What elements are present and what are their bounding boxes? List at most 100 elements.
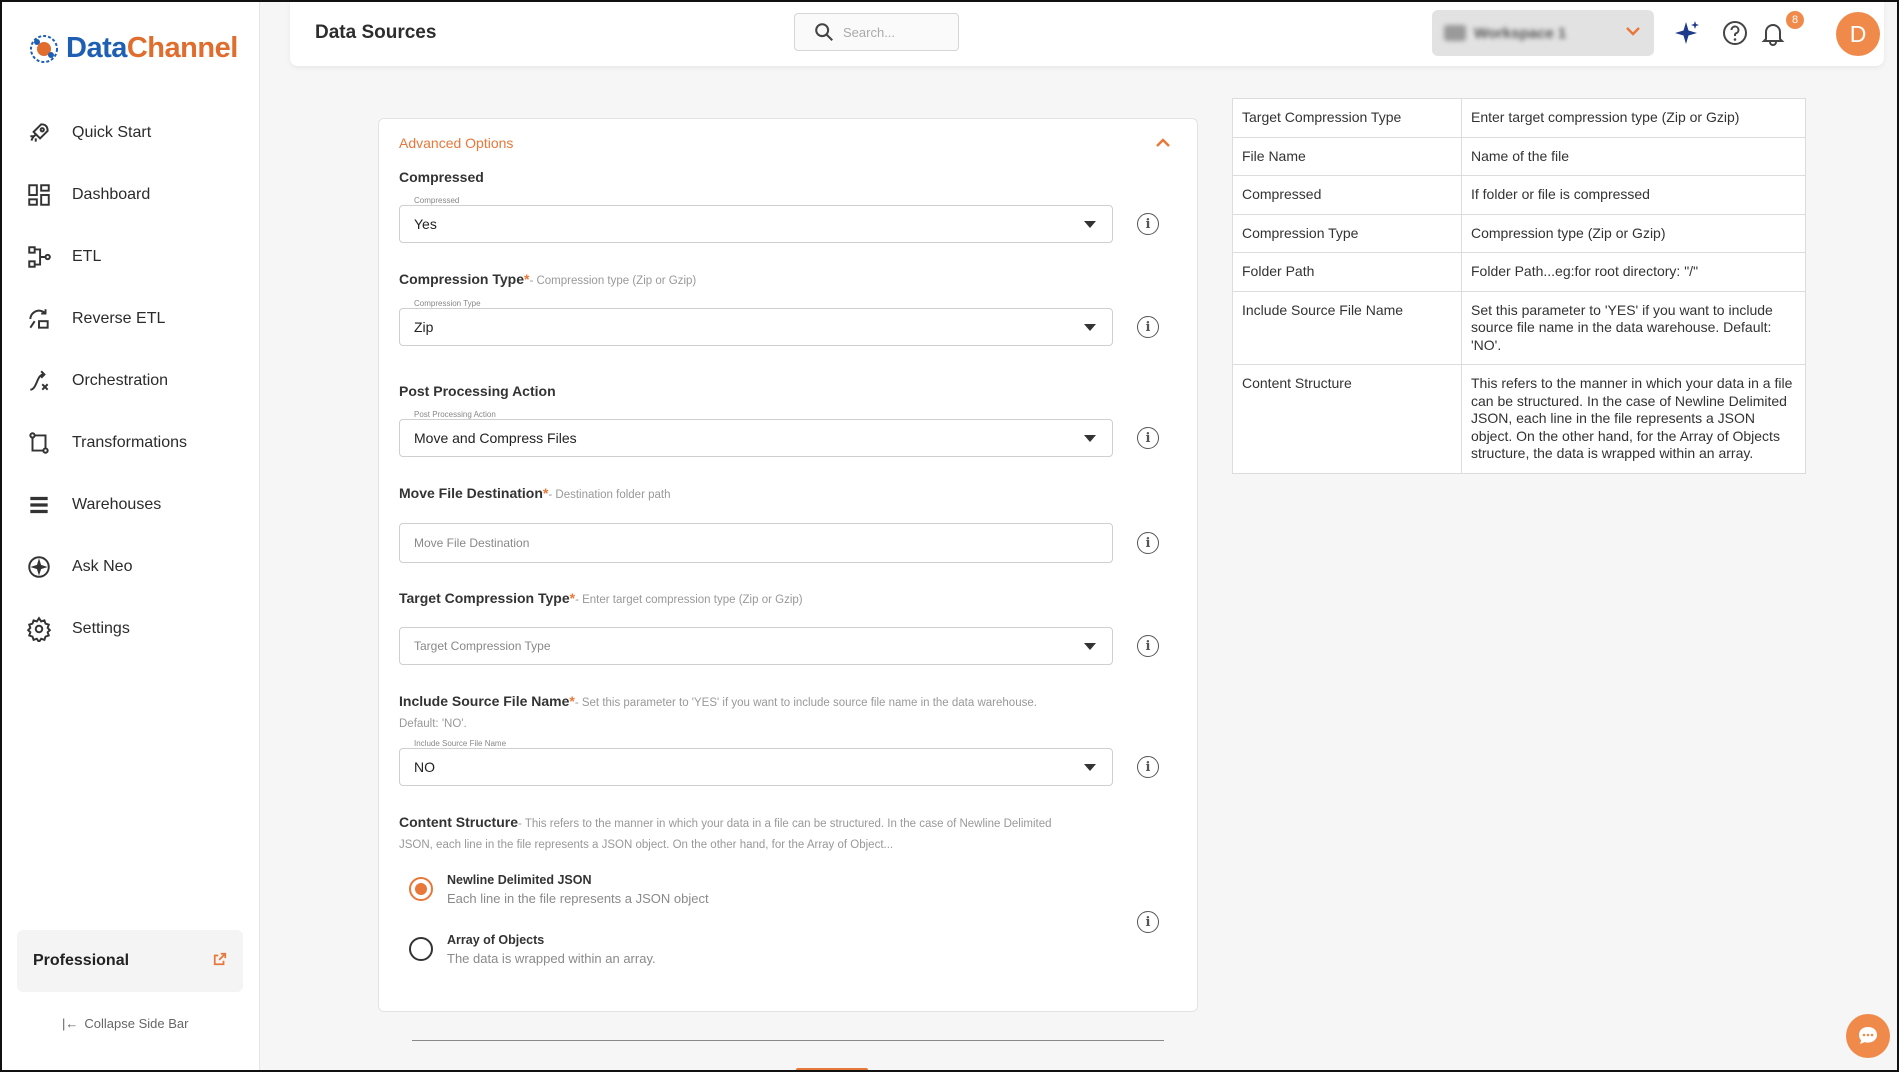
table-row: Target Compression Type Enter target com… bbox=[1232, 98, 1806, 138]
param-desc: Compression type (Zip or Gzip) bbox=[1461, 213, 1806, 253]
logo[interactable]: DataChannel bbox=[28, 32, 238, 65]
avatar[interactable]: D bbox=[1836, 12, 1880, 56]
compression-type-floating-label: Compression Type bbox=[410, 299, 485, 308]
sidebar-item-label: Transformations bbox=[72, 434, 187, 451]
radio-description: The data is wrapped within an array. bbox=[447, 951, 656, 966]
move-destination-field[interactable] bbox=[399, 523, 1113, 563]
table-row: Compression Type Compression type (Zip o… bbox=[1232, 213, 1806, 253]
content-structure-label: Content Structure- This refers to the ma… bbox=[399, 814, 1052, 851]
external-link-icon[interactable] bbox=[213, 952, 227, 971]
bell-icon[interactable] bbox=[1758, 18, 1788, 48]
param-name: Include Source File Name bbox=[1232, 290, 1462, 365]
sidebar-item-label: Ask Neo bbox=[72, 558, 133, 575]
top-header: Data Sources Workspace 1 8 D bbox=[290, 2, 1884, 66]
dropdown-caret-icon bbox=[1084, 643, 1096, 650]
logo-text: DataChannel bbox=[66, 32, 238, 64]
compression-type-select[interactable]: Compression Type Zip bbox=[399, 299, 1113, 346]
chat-button[interactable] bbox=[1846, 1014, 1890, 1058]
dropdown-caret-icon bbox=[1084, 324, 1096, 331]
info-icon[interactable]: i bbox=[1137, 213, 1159, 235]
table-row: Compressed If folder or file is compress… bbox=[1232, 175, 1806, 215]
dropdown-caret-icon bbox=[1084, 221, 1096, 228]
radio-title: Newline Delimited JSON bbox=[447, 873, 592, 887]
info-icon[interactable]: i bbox=[1137, 316, 1159, 338]
sidebar-item-etl[interactable]: ETL bbox=[2, 226, 260, 288]
table-row: Include Source File Name Set this parame… bbox=[1232, 290, 1806, 365]
compression-type-label: Compression Type*- Compression type (Zip… bbox=[399, 271, 697, 287]
sidebar-item-label: ETL bbox=[72, 248, 102, 265]
table-row: Folder Path Folder Path...eg:for root di… bbox=[1232, 252, 1806, 292]
radio-newline-delimited-json[interactable]: Newline Delimited JSON Each line in the … bbox=[409, 873, 709, 906]
sidebar-item-label: Dashboard bbox=[72, 186, 151, 203]
sidebar-item-label: Warehouses bbox=[72, 496, 162, 513]
info-icon[interactable]: i bbox=[1137, 756, 1159, 778]
workspace-name: Workspace 1 bbox=[1444, 25, 1566, 42]
radio-description: Each line in the file represents a JSON … bbox=[447, 891, 709, 906]
briefcase-icon bbox=[1444, 25, 1466, 41]
sidebar-item-settings[interactable]: Settings bbox=[2, 598, 260, 660]
chat-bubble-icon bbox=[1859, 1027, 1877, 1044]
sidebar-item-label: Quick Start bbox=[72, 124, 152, 141]
radio-array-of-objects[interactable]: Array of Objects The data is wrapped wit… bbox=[409, 933, 656, 966]
compression-type-value: Zip bbox=[414, 319, 434, 335]
param-name: Target Compression Type bbox=[1232, 98, 1462, 138]
chevron-down-icon bbox=[1624, 22, 1642, 45]
dropdown-caret-icon bbox=[1084, 435, 1096, 442]
sparkle-icon bbox=[28, 556, 50, 578]
include-source-select[interactable]: Include Source File Name NO bbox=[399, 739, 1113, 786]
help-icon[interactable] bbox=[1720, 18, 1750, 48]
info-icon[interactable]: i bbox=[1137, 911, 1159, 933]
reverse-etl-icon bbox=[29, 309, 49, 329]
advanced-options-card: Advanced Options Compressed Compressed Y… bbox=[378, 118, 1198, 1012]
advanced-options-toggle[interactable]: Advanced Options bbox=[399, 135, 513, 151]
sidebar-nav: Quick Start Dashboard ETL Reverse ETL Or… bbox=[2, 102, 260, 660]
sidebar-item-ask-neo[interactable]: Ask Neo bbox=[2, 536, 260, 598]
info-icon[interactable]: i bbox=[1137, 635, 1159, 657]
include-source-floating-label: Include Source File Name bbox=[410, 739, 511, 748]
compressed-select[interactable]: Compressed Yes bbox=[399, 196, 1113, 243]
param-desc: Folder Path...eg:for root directory: "/" bbox=[1461, 252, 1806, 292]
notification-badge: 8 bbox=[1786, 11, 1804, 29]
orchestration-icon bbox=[30, 370, 49, 391]
search-input[interactable] bbox=[843, 24, 953, 40]
sidebar-item-quick-start[interactable]: Quick Start bbox=[2, 102, 260, 164]
post-processing-select[interactable]: Post Processing Action Move and Compress… bbox=[399, 410, 1113, 457]
search-box[interactable] bbox=[794, 13, 959, 51]
target-compression-placeholder: Target Compression Type bbox=[414, 639, 551, 653]
primary-button-edge[interactable] bbox=[796, 1068, 868, 1072]
sidebar-item-label: Reverse ETL bbox=[72, 310, 166, 327]
param-name: Compressed bbox=[1232, 175, 1462, 215]
plan-card[interactable]: Professional bbox=[17, 930, 243, 992]
param-name: Compression Type bbox=[1232, 213, 1462, 253]
sidebar-item-dashboard[interactable]: Dashboard bbox=[2, 164, 260, 226]
radio-title: Array of Objects bbox=[447, 933, 545, 947]
gear-icon bbox=[26, 616, 52, 642]
plan-label: Professional bbox=[33, 952, 130, 969]
radio-button[interactable] bbox=[409, 937, 433, 961]
compressed-value: Yes bbox=[414, 216, 437, 232]
target-compression-select[interactable]: Target Compression Type bbox=[399, 627, 1113, 665]
sidebar-item-label: Settings bbox=[72, 620, 130, 637]
info-icon[interactable]: i bbox=[1137, 427, 1159, 449]
info-icon[interactable]: i bbox=[1137, 532, 1159, 554]
collapse-sidebar-button[interactable]: |← Collapse Side Bar bbox=[62, 1016, 188, 1031]
dashboard-icon bbox=[28, 184, 50, 206]
move-destination-input[interactable] bbox=[414, 536, 1112, 550]
page-title: Data Sources bbox=[315, 22, 437, 43]
transformations-icon bbox=[29, 432, 49, 454]
logo-icon bbox=[30, 34, 58, 63]
param-desc: This refers to the manner in which your … bbox=[1461, 364, 1806, 474]
chevron-up-icon[interactable] bbox=[1155, 135, 1171, 156]
param-desc: Enter target compression type (Zip or Gz… bbox=[1461, 98, 1806, 138]
target-compression-label: Target Compression Type*- Enter target c… bbox=[399, 590, 803, 606]
sidebar-item-orchestration[interactable]: Orchestration bbox=[2, 350, 260, 412]
sidebar-item-transformations[interactable]: Transformations bbox=[2, 412, 260, 474]
workspace-selector[interactable]: Workspace 1 bbox=[1432, 10, 1654, 56]
sidebar-item-warehouses[interactable]: Warehouses bbox=[2, 474, 260, 536]
warehouses-icon bbox=[30, 496, 48, 514]
sidebar-item-reverse-etl[interactable]: Reverse ETL bbox=[2, 288, 260, 350]
compressed-floating-label: Compressed bbox=[410, 196, 464, 205]
ai-sparkle-icon[interactable] bbox=[1672, 18, 1702, 48]
radio-button-selected[interactable] bbox=[409, 877, 433, 901]
post-processing-floating-label: Post Processing Action bbox=[410, 410, 500, 419]
